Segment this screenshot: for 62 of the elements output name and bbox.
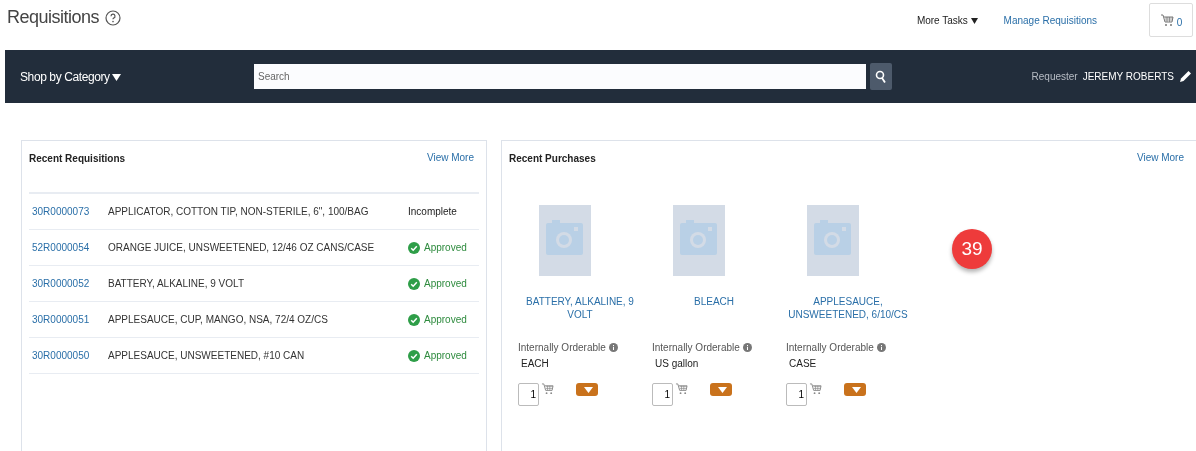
unit-text: CASE	[789, 358, 817, 369]
status-text: Approved	[424, 242, 467, 253]
requester-name: JEREMY ROBERTS	[1082, 71, 1174, 82]
camera-placeholder-icon	[539, 205, 591, 276]
status-text: Approved	[424, 278, 467, 289]
panel-title: Recent Requisitions	[29, 152, 126, 166]
item-description: APPLESAUCE, CUP, MANGO, NSA, 72/4 OZ/CS	[108, 314, 329, 325]
dropdown-button[interactable]	[710, 383, 732, 396]
status-text: Approved	[424, 314, 467, 325]
source-label: Internally Orderable	[786, 342, 874, 353]
source-label: Internally Orderable	[518, 342, 606, 353]
search-button[interactable]	[870, 63, 892, 90]
view-more-link[interactable]: View More	[426, 152, 474, 192]
more-tasks-menu[interactable]: More Tasks	[916, 14, 978, 26]
item-description: APPLESAUCE, UNSWEETENED, #10 CAN	[108, 350, 306, 361]
caret-icon	[717, 386, 727, 393]
view-more-link[interactable]: View More	[1136, 152, 1184, 192]
add-to-cart-icon[interactable]	[541, 383, 554, 395]
manage-requisitions-link[interactable]: Manage Requisitions	[1003, 14, 1097, 26]
product-link[interactable]: APPLESAUCE, UNSWEETENED, 6/10/CS	[786, 295, 910, 335]
info-icon[interactable]	[742, 343, 752, 352]
unit-text: US gallon	[655, 358, 699, 369]
caret-icon	[583, 386, 593, 393]
dropdown-button[interactable]	[844, 383, 866, 396]
caret-icon	[970, 17, 978, 24]
info-icon[interactable]	[608, 343, 618, 352]
search-field[interactable]: Search	[254, 64, 866, 89]
product-link[interactable]: BLEACH	[652, 295, 776, 335]
info-icon[interactable]	[876, 343, 886, 352]
product-link[interactable]: BATTERY, ALKALINE, 9 VOLT	[518, 295, 642, 335]
add-to-cart-icon[interactable]	[675, 383, 688, 395]
help-icon[interactable]	[105, 9, 122, 26]
item-description: APPLICATOR, COTTON TIP, NON-STERILE, 6", 100/BAG	[108, 206, 370, 217]
add-to-cart-icon[interactable]	[809, 383, 822, 395]
quantity-field[interactable]: 1	[786, 383, 807, 406]
caret-icon	[111, 73, 121, 81]
status-text: Approved	[424, 350, 467, 361]
camera-placeholder-icon	[807, 205, 859, 276]
source-label: Internally Orderable	[652, 342, 740, 353]
requisition-link[interactable]: 30R0000073	[32, 206, 108, 217]
quantity-field[interactable]: 1	[518, 383, 539, 406]
category-menu[interactable]: Shop by Category	[20, 69, 254, 84]
item-description: ORANGE JUICE, UNSWEETENED, 12/46 OZ CANS/CASE	[108, 242, 376, 253]
count-badge: 39	[952, 229, 992, 269]
requisition-link[interactable]: 30R0000052	[32, 278, 108, 289]
edit-icon[interactable]	[1179, 70, 1192, 83]
item-description: BATTERY, ALKALINE, 9 VOLT	[108, 278, 245, 289]
status-text: Incomplete	[408, 206, 457, 217]
dropdown-button[interactable]	[576, 383, 598, 396]
quantity-field[interactable]: 1	[652, 383, 673, 406]
panel-title: Recent Purchases	[509, 152, 596, 166]
requester-label: Requester	[1031, 71, 1078, 82]
search-icon	[875, 69, 887, 84]
caret-icon	[851, 386, 861, 393]
requisition-link[interactable]: 30R0000050	[32, 350, 108, 361]
cart-icon	[1159, 13, 1174, 27]
requisition-link[interactable]: 30R0000051	[32, 314, 108, 325]
cart-button[interactable]: 0	[1149, 3, 1193, 37]
requisition-link[interactable]: 52R0000054	[32, 242, 108, 253]
camera-placeholder-icon	[673, 205, 725, 276]
page-title: Requisitions	[7, 7, 100, 28]
unit-text: EACH	[521, 358, 549, 369]
